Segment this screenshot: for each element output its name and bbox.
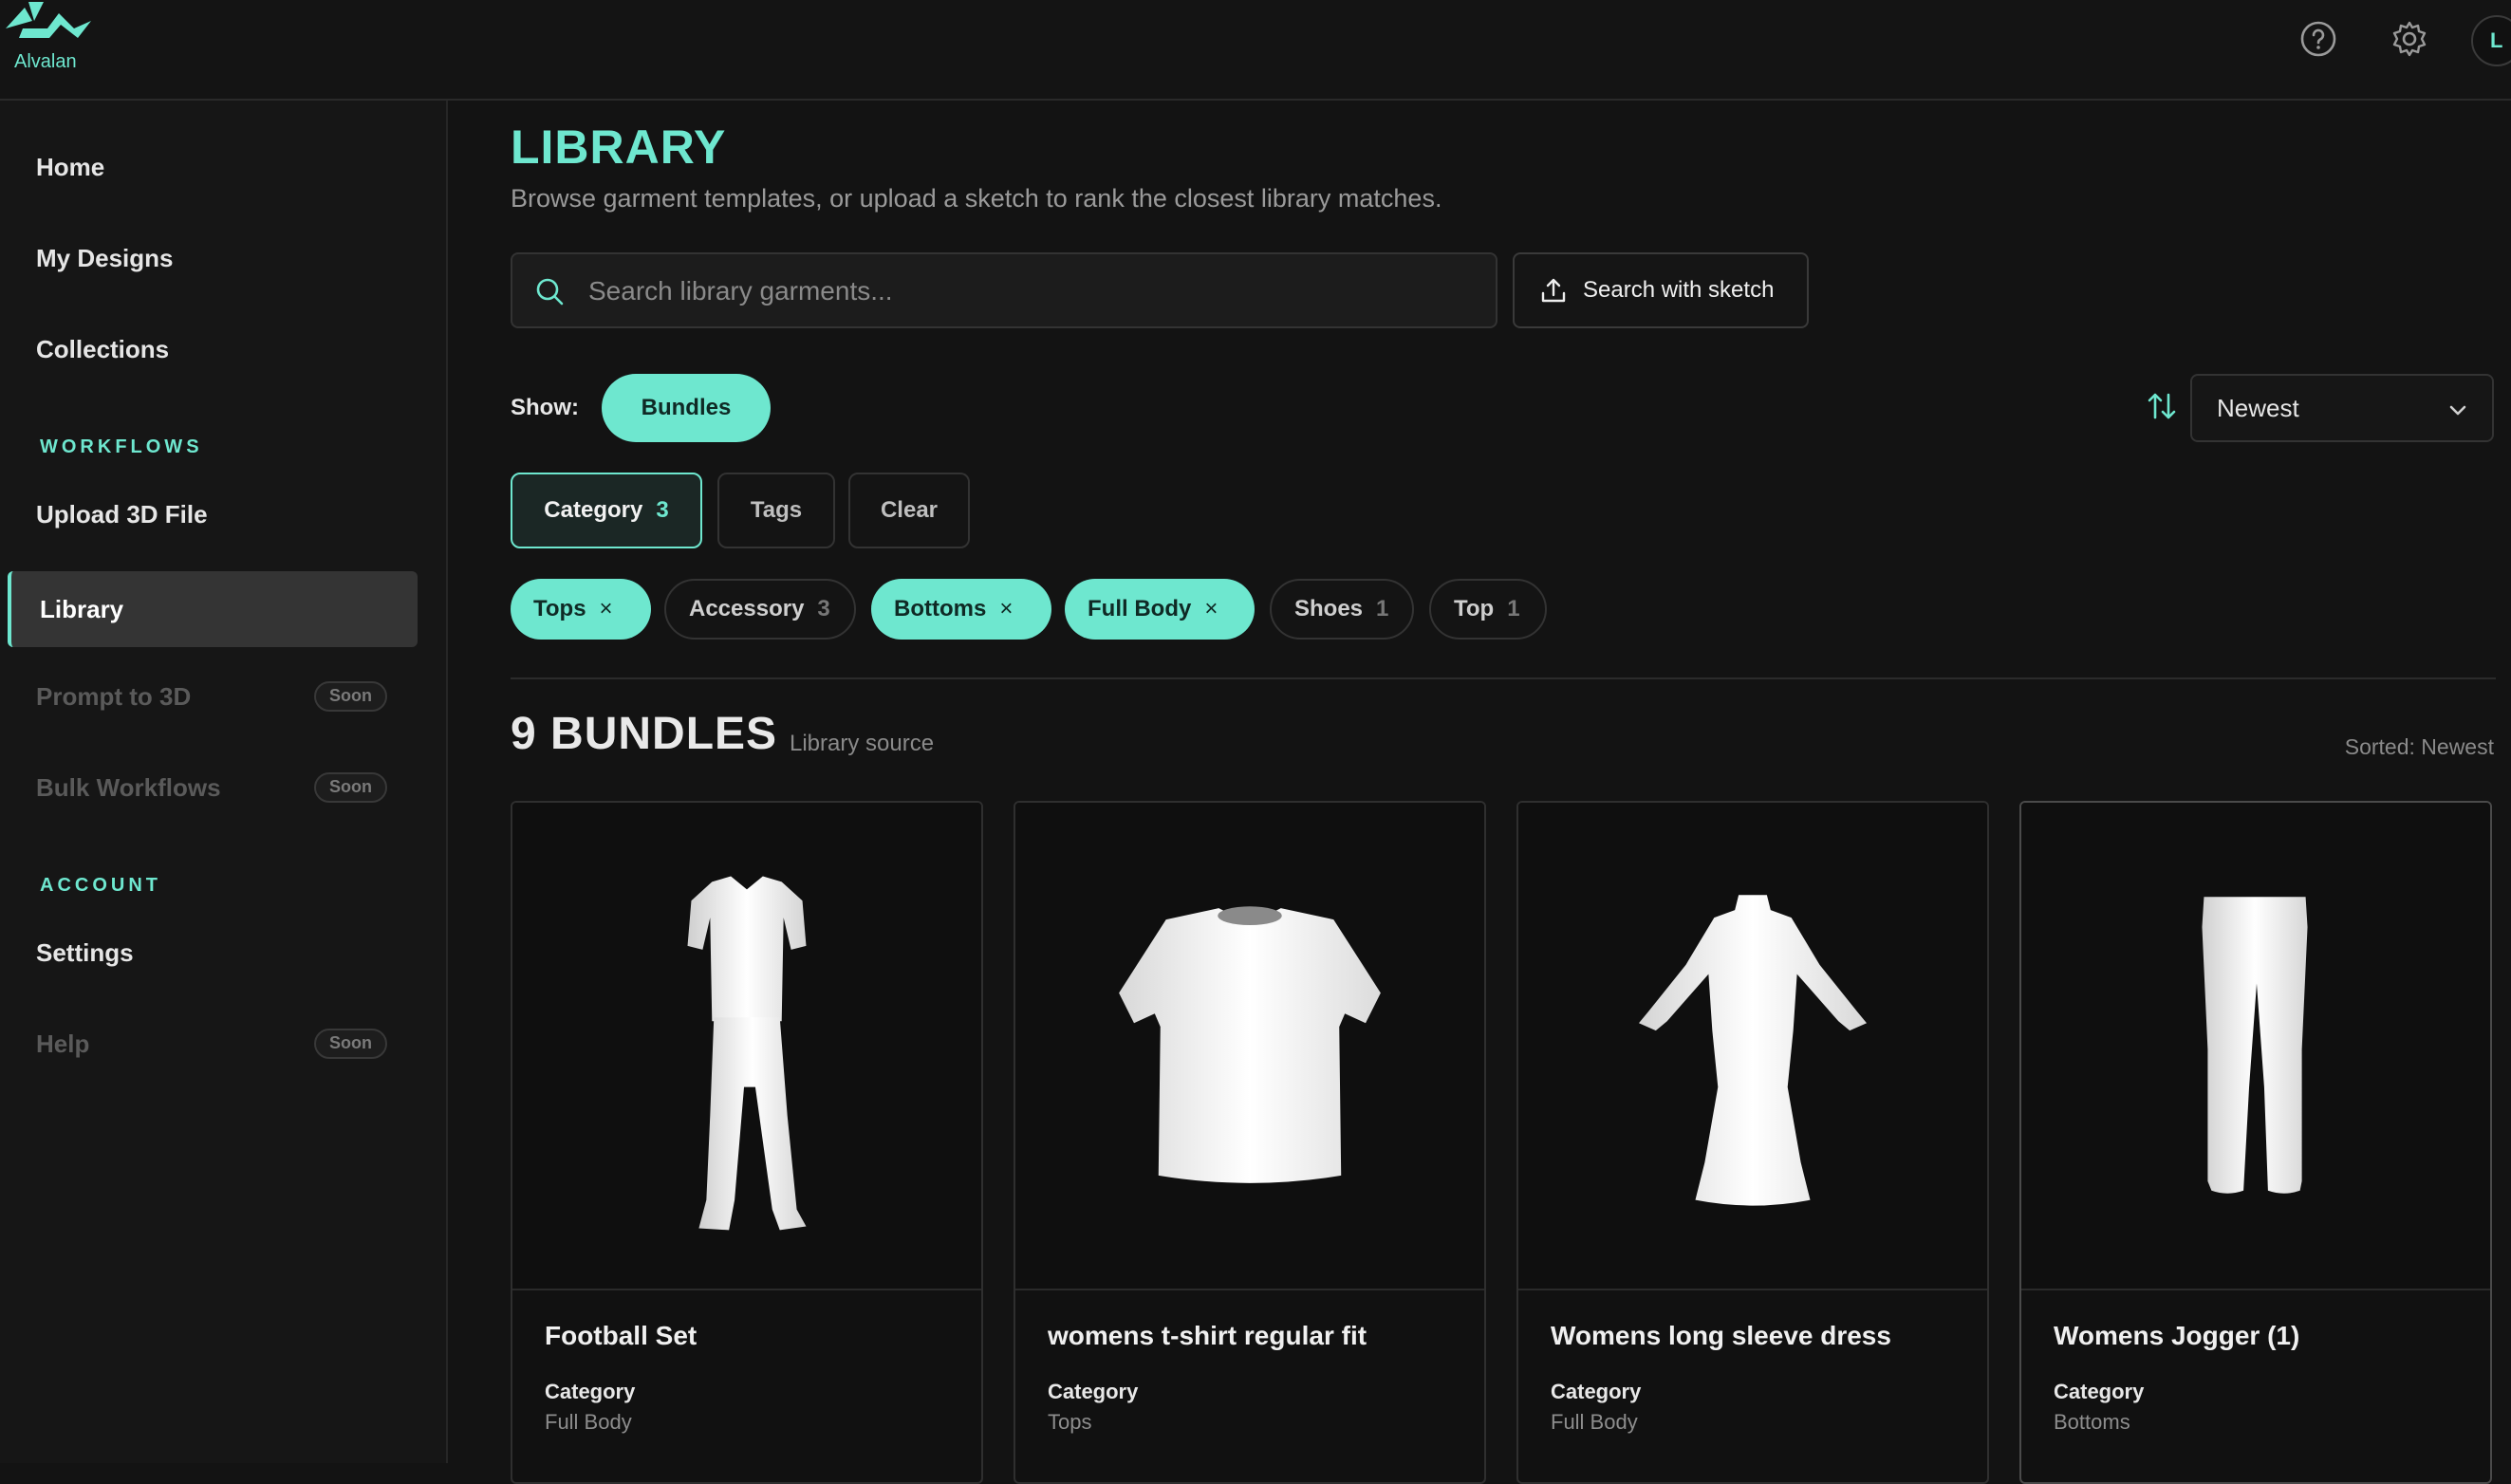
garment-card-football-set[interactable]: Football Set Category Full Body [511,801,983,1484]
category-filter-label: Category [544,497,643,523]
section-label-account: ACCOUNT [40,875,161,896]
sidebar-item-label: Upload 3D File [36,499,208,529]
sorted-note: Sorted: Newest [2344,734,2494,759]
chip-label: Full Body [1088,596,1192,621]
garment-card-category: Full Body [545,1410,632,1434]
alvalan-logo-icon[interactable] [6,0,91,42]
garment-card-title: Womens long sleeve dress [1551,1321,1891,1350]
show-bundles-toggle[interactable]: Bundles [602,374,771,442]
sidebar-item-label: Collections [36,334,170,363]
garment-thumbnail [512,803,981,1290]
sidebar-item-label: Prompt to 3D [36,681,192,711]
sidebar-item-bulk-workflows: Bulk Workflows Soon [8,750,418,825]
search-with-sketch-label: Search with sketch [1583,277,1775,303]
sidebar-item-label: Home [36,152,105,181]
tags-filter-button[interactable]: Tags [717,473,835,548]
garment-card-title: Football Set [545,1321,698,1350]
results-source-label: Library source [790,731,935,756]
garment-card-category: Full Body [1551,1410,1638,1434]
garment-thumbnail [1015,803,1484,1290]
garment-card-category-label: Category [1048,1380,1139,1403]
search-box [511,252,1497,328]
main-content: LIBRARY Browse garment templates, or upl… [448,101,2511,1484]
help-circle-icon[interactable] [2298,19,2338,59]
sidebar-item-collections[interactable]: Collections [8,311,418,387]
chip-count: 1 [1376,596,1389,621]
jogger-image [2202,897,2308,1194]
filter-chip-shoes[interactable]: Shoes 1 [1270,579,1414,640]
filter-chip-full-body[interactable]: Full Body × [1065,579,1255,640]
garment-card-title: Womens Jogger (1) [2054,1321,2300,1350]
chip-count: 1 [1507,596,1520,621]
garment-thumbnail [2021,803,2490,1290]
garment-card-category-label: Category [2054,1380,2145,1403]
chip-label: Accessory [689,596,805,621]
filter-chip-top[interactable]: Top 1 [1429,579,1547,640]
sidebar-item-library[interactable]: Library [8,571,418,647]
results-count-title: 9 BUNDLES [511,709,778,759]
sidebar-item-upload-3d-file[interactable]: Upload 3D File [8,476,418,552]
category-filter-button[interactable]: Category 3 [511,473,702,548]
sidebar: Home My Designs Collections WORKFLOWS Up… [0,101,448,1463]
sort-select[interactable]: Newest [2190,374,2494,442]
dress-image [1638,895,1868,1206]
top-bar: Alvalan L [0,0,2511,101]
divider [511,677,2496,679]
filter-chip-accessory[interactable]: Accessory 3 [664,579,856,640]
sidebar-item-label: My Designs [36,243,174,272]
upload-icon [1541,278,1566,303]
show-label: Show: [511,395,579,420]
clear-filters-button[interactable]: Clear [848,473,970,548]
close-icon[interactable]: × [999,598,1013,621]
sidebar-item-help: Help Soon [8,1006,418,1082]
search-icon [536,278,564,306]
search-with-sketch-button[interactable]: Search with sketch [1513,252,1809,328]
garment-card-category: Bottoms [2054,1410,2130,1434]
chip-label: Shoes [1294,596,1364,621]
garment-card-category-label: Category [1551,1380,1642,1403]
football-set-image [687,876,807,1231]
garment-card-category-label: Category [545,1380,636,1403]
close-icon[interactable]: × [1204,598,1218,621]
soon-badge: Soon [314,681,387,712]
garment-card-womens-jogger[interactable]: Womens Jogger (1) Category Bottoms [2019,801,2492,1484]
soon-badge: Soon [314,772,387,803]
user-avatar[interactable]: L [2471,15,2511,66]
category-filter-count: 3 [656,497,669,523]
sidebar-item-home[interactable]: Home [8,129,418,205]
garment-card-category: Tops [1048,1410,1092,1434]
chip-label: Tops [533,596,586,621]
sidebar-item-label: Library [40,594,124,623]
close-icon[interactable]: × [600,598,613,621]
garment-card-title: womens t-shirt regular fit [1048,1321,1367,1350]
sort-select-value: Newest [2217,393,2299,422]
page-title: LIBRARY [511,121,727,174]
garment-card-womens-t-shirt[interactable]: womens t-shirt regular fit Category Tops [1014,801,1486,1484]
chip-label: Bottoms [894,596,987,621]
sidebar-item-label: Help [36,1029,90,1058]
search-input[interactable] [586,254,1473,328]
chip-count: 3 [817,596,830,621]
sidebar-item-prompt-to-3d: Prompt to 3D Soon [8,659,418,734]
filter-chip-tops[interactable]: Tops × [511,579,651,640]
t-shirt-image [1119,906,1381,1183]
chevron-down-icon [2449,405,2466,416]
sidebar-item-label: Settings [36,937,134,967]
sidebar-item-my-designs[interactable]: My Designs [8,220,418,296]
soon-badge: Soon [314,1029,387,1059]
page-subtitle: Browse garment templates, or upload a sk… [511,184,1442,213]
sidebar-item-settings[interactable]: Settings [8,915,418,991]
garment-thumbnail [1518,803,1987,1290]
brand-name: Alvalan [14,51,77,72]
garment-card-womens-long-sleeve-dress[interactable]: Womens long sleeve dress Category Full B… [1516,801,1989,1484]
gear-icon[interactable] [2390,19,2429,59]
filter-chip-bottoms[interactable]: Bottoms × [871,579,1051,640]
chip-label: Top [1454,596,1495,621]
section-label-workflows: WORKFLOWS [40,436,203,457]
sort-arrows-icon[interactable] [2143,387,2181,425]
sidebar-item-label: Bulk Workflows [36,772,221,802]
